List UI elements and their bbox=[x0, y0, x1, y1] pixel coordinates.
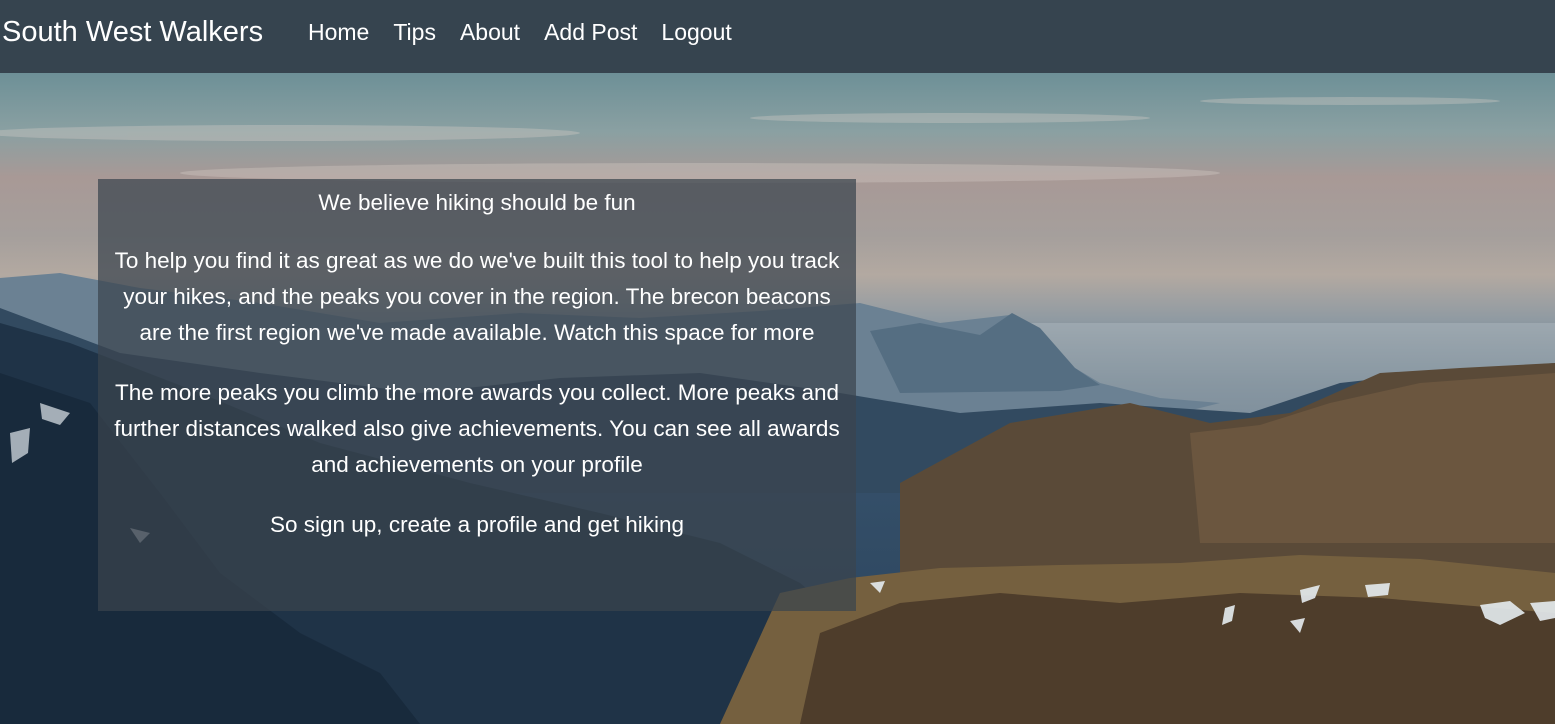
nav-item-home: Home bbox=[308, 16, 369, 48]
panel-heading: We believe hiking should be fun bbox=[318, 190, 636, 215]
nav-item-tips: Tips bbox=[393, 16, 436, 48]
nav-link-about[interactable]: About bbox=[460, 19, 520, 45]
nav-link-add-post[interactable]: Add Post bbox=[544, 19, 637, 45]
nav-links: Home Tips About Add Post Logout bbox=[308, 16, 756, 48]
brand-link[interactable]: South West Walkers bbox=[2, 14, 263, 50]
panel-awards-text: The more peaks you climb the more awards… bbox=[114, 380, 840, 477]
intro-panel: We believe hiking should be fun To help … bbox=[98, 179, 856, 611]
nav-link-logout[interactable]: Logout bbox=[661, 19, 731, 45]
nav-item-logout: Logout bbox=[661, 16, 731, 48]
nav-link-tips[interactable]: Tips bbox=[393, 19, 436, 45]
nav-item-about: About bbox=[460, 16, 520, 48]
panel-intro-text: To help you find it as great as we do we… bbox=[114, 248, 840, 345]
nav-item-add-post: Add Post bbox=[544, 16, 637, 48]
panel-cta-text: So sign up, create a profile and get hik… bbox=[269, 512, 685, 537]
nav-link-home[interactable]: Home bbox=[308, 19, 369, 45]
top-navbar: South West Walkers Home Tips About Add P… bbox=[0, 0, 1555, 73]
